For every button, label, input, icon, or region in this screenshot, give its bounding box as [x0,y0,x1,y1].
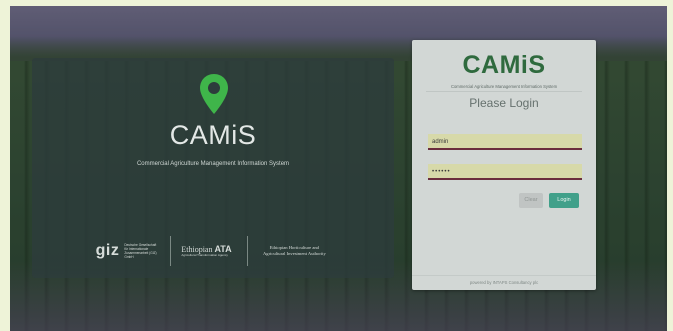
login-heading: Please Login [469,96,539,110]
ehia-logo: Ethiopian Horticulture and Agricultural … [247,236,340,266]
username-input[interactable]: admin [428,134,582,150]
login-button[interactable]: Login [549,193,579,208]
divider [426,91,582,92]
ehia-caption: Ethiopian Horticulture and Agricultural … [262,244,326,256]
login-card: CAMiS Commercial Agriculture Management … [412,40,596,290]
app-name: CAMiS [169,120,257,150]
giz-logo: giz Deutsche Gesellschaft für Internatio… [86,236,171,266]
ata-caption: Agricultural Transformation Agency [181,253,228,258]
giz-wordmark: giz [95,242,120,259]
location-pin-icon [200,74,228,114]
background-image: CAMiS Commercial Agriculture Management … [10,6,667,331]
clear-button[interactable]: Clear [519,193,543,208]
giz-caption: Deutsche Gesellschaft für Internationale… [124,243,157,259]
powered-by-footer: powered by INTAPS Consultancy plc [412,275,596,290]
login-logo: CAMiS [462,51,546,79]
ata-logo: Ethiopian ATA Agricultural Transformatio… [170,236,247,266]
welcome-panel: CAMiS Commercial Agriculture Management … [32,58,394,278]
app-tagline: Commercial Agriculture Management Inform… [136,161,290,167]
password-input[interactable]: •••••• [428,164,582,180]
partner-logos: giz Deutsche Gesellschaft für Internatio… [32,234,394,268]
login-logo-caption: Commercial Agriculture Management Inform… [450,84,558,89]
